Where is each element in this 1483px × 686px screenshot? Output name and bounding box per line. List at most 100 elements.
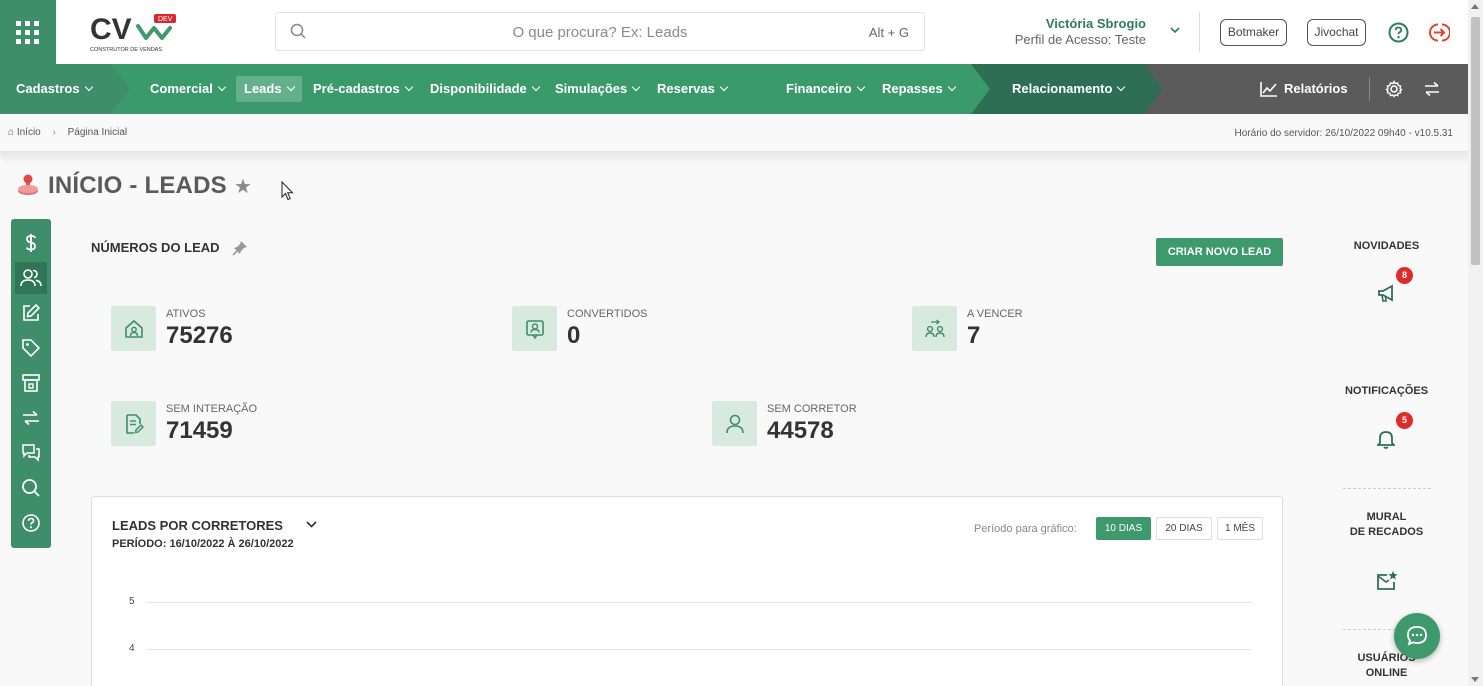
chevron-down-icon[interactable] (306, 521, 317, 528)
rail-search-button[interactable] (15, 472, 47, 504)
rail-help-button[interactable] (15, 507, 47, 539)
stat-value: 0 (567, 322, 581, 349)
gridline (146, 649, 1252, 650)
chevron-down-icon (947, 82, 956, 92)
mouse-cursor-icon (281, 181, 294, 201)
pin-icon[interactable] (232, 240, 248, 256)
chevron-down-icon (632, 82, 641, 92)
stat-value: 75276 (166, 322, 233, 349)
users-swap-icon (912, 306, 957, 351)
header-divider (1199, 12, 1200, 52)
section-title: NÚMEROS DO LEAD (91, 240, 220, 255)
logout-icon[interactable] (1429, 22, 1450, 43)
y-tick-label: 5 (129, 596, 135, 607)
stat-value: 7 (967, 322, 981, 349)
period-label: Período para gráfico: (974, 523, 1077, 535)
nav-item-label: Pré-cadastros (313, 81, 400, 96)
board-label-line2: DE RECADOS (1349, 526, 1424, 538)
chart-title: LEADS POR CORRETORES (112, 518, 283, 533)
stat-label: ATIVOS (166, 308, 206, 320)
global-search-input[interactable]: O que procura? Ex: Leads Alt + G (275, 12, 925, 51)
chevron-down-icon (84, 82, 93, 92)
rail-edit-button[interactable] (15, 297, 47, 329)
nav-item-label: Financeiro (786, 81, 852, 96)
nav-item-simulacoes[interactable]: Simulações (555, 64, 641, 114)
logo-subtitle: CONSTRUTOR DE VENDAS (90, 47, 162, 53)
dollar-icon (26, 234, 36, 252)
page-scrollbar[interactable] (1468, 0, 1483, 686)
gear-icon[interactable] (1385, 80, 1403, 98)
rail-building-button[interactable] (15, 367, 47, 399)
stat-label: SEM INTERAÇÃO (166, 403, 258, 415)
period-20-days-button[interactable]: 20 DIAS (1156, 517, 1212, 540)
swap-icon[interactable] (1423, 80, 1441, 98)
nav-item-relatorios[interactable]: Relatórios (1260, 64, 1348, 114)
nav-item-repasses[interactable]: Repasses (882, 64, 956, 114)
nav-item-label: Cadastros (16, 81, 80, 96)
rail-transfer-button[interactable] (15, 402, 47, 434)
online-users-label-line2: ONLINE (1365, 667, 1408, 679)
search-icon (22, 479, 40, 497)
nav-item-label: Reservas (657, 81, 715, 96)
rail-finance-button[interactable] (15, 227, 47, 259)
logo-text: CV (90, 13, 132, 46)
nav-item-pre-cadastros[interactable]: Pré-cadastros (313, 64, 413, 114)
breadcrumb-current: Página Inicial (67, 127, 128, 138)
help-icon[interactable] (1388, 22, 1409, 43)
rail-users-button[interactable] (15, 262, 47, 294)
mail-star-icon[interactable] (1375, 570, 1399, 592)
nav-item-relacionamento[interactable]: Relacionamento (1012, 64, 1126, 114)
nav-item-label: Leads (244, 81, 282, 96)
joystick-icon (18, 174, 38, 195)
nav-item-financeiro[interactable]: Financeiro (786, 64, 865, 114)
home-icon: ⌂ (8, 127, 15, 138)
chevron-down-icon (1117, 82, 1126, 92)
rail-chat-button[interactable] (15, 437, 47, 469)
quick-action-rail (11, 219, 51, 548)
nav-item-reservas[interactable]: Reservas (657, 64, 729, 114)
chevron-down-icon[interactable] (1170, 27, 1180, 34)
stat-value: 71459 (166, 417, 233, 444)
cv-logo[interactable]: CV DEV CONSTRUTOR DE VENDAS (90, 12, 182, 54)
scroll-up-arrow-icon[interactable] (1471, 4, 1479, 9)
period-10-days-button[interactable]: 10 DIAS (1096, 517, 1151, 540)
megaphone-icon[interactable] (1377, 283, 1397, 303)
search-placeholder: O que procura? Ex: Leads (512, 24, 688, 41)
building-icon (22, 374, 40, 392)
divider (1343, 488, 1431, 489)
nav-item-comercial[interactable]: Comercial (150, 64, 227, 114)
stat-label: A VENCER (967, 308, 1023, 320)
transfer-icon (23, 410, 39, 426)
rail-tag-button[interactable] (15, 332, 47, 364)
nav-item-label: Relacionamento (1012, 81, 1113, 96)
chat-fab-button[interactable] (1394, 613, 1440, 659)
apps-grid-button[interactable] (0, 0, 56, 64)
user-name: Victória Sbrogio (1045, 16, 1146, 31)
scroll-down-arrow-icon[interactable] (1471, 677, 1479, 682)
user-badge-icon (512, 306, 557, 351)
scrollbar-thumb[interactable] (1471, 17, 1480, 265)
news-label: NOVIDADES (1353, 240, 1420, 252)
stat-label: SEM CORRETOR (767, 403, 857, 415)
breadcrumb-home[interactable]: Início (17, 127, 41, 138)
chevron-down-icon (286, 82, 295, 92)
nav-item-disponibilidade[interactable]: Disponibilidade (430, 64, 541, 114)
user-menu[interactable]: Victória Sbrogio Perfil de Acesso: Teste (1015, 16, 1146, 47)
news-count-badge: 8 (1396, 267, 1413, 284)
period-1-month-button[interactable]: 1 MÊS (1217, 517, 1263, 540)
jivochat-button[interactable]: Jivochat (1307, 19, 1366, 46)
create-lead-button[interactable]: CRIAR NOVO LEAD (1156, 238, 1283, 266)
nav-item-label: Simulações (555, 81, 628, 96)
botmaker-button[interactable]: Botmaker (1220, 19, 1287, 46)
nav-item-label: Repasses (882, 81, 943, 96)
nav-item-cadastros[interactable]: Cadastros (16, 64, 93, 114)
star-icon[interactable]: ★ (234, 174, 252, 199)
house-user-icon (111, 306, 156, 351)
user-profile: Perfil de Acesso: Teste (1014, 32, 1146, 47)
search-shortcut: Alt + G (868, 25, 909, 40)
help-icon (22, 514, 40, 532)
y-tick-label: 4 (129, 643, 135, 654)
document-edit-icon (111, 401, 156, 446)
nav-item-leads[interactable]: Leads (236, 76, 302, 102)
bell-icon[interactable] (1377, 429, 1395, 449)
